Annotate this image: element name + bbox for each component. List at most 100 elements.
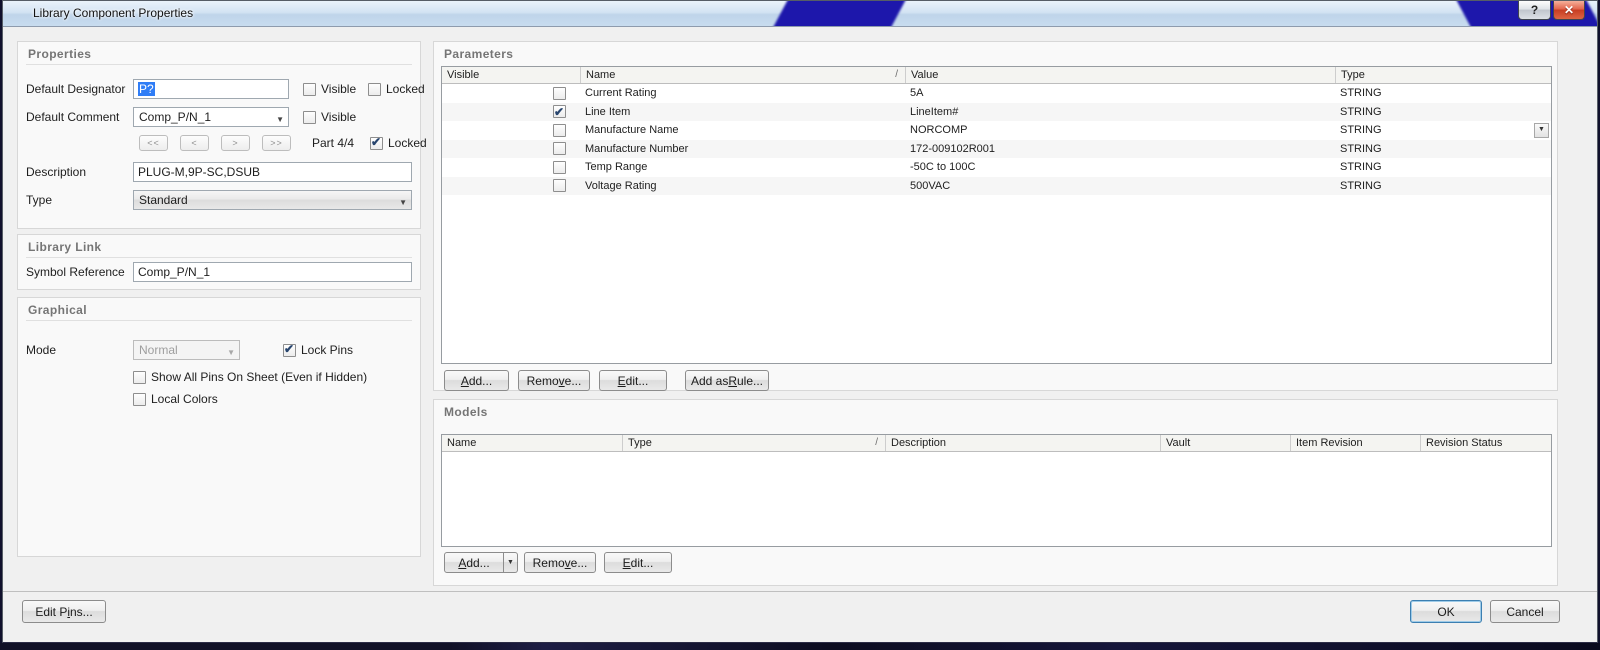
- param-type-cell: STRING: [1335, 103, 1551, 122]
- parameters-remove-button[interactable]: Remove...: [518, 370, 590, 391]
- param-value-cell: 500VAC: [905, 177, 1335, 196]
- param-value-cell: -50C to 100C: [905, 158, 1335, 177]
- part-next-button[interactable]: >: [221, 135, 250, 151]
- row-visible-checkbox[interactable]: [553, 105, 566, 118]
- comment-visible-checkbox[interactable]: Visible: [303, 110, 356, 124]
- column-header-item-revision[interactable]: Item Revision: [1290, 435, 1420, 451]
- row-visible-checkbox[interactable]: [553, 124, 566, 137]
- chevron-down-icon[interactable]: ▼: [399, 194, 407, 212]
- designator-locked-checkbox[interactable]: Locked: [368, 82, 425, 96]
- parameters-table[interactable]: Visible Name / Value Type Current Rating…: [441, 66, 1552, 364]
- checkbox-label: Show All Pins On Sheet (Even if Hidden): [151, 370, 367, 384]
- symbol-reference-input[interactable]: Comp_P/N_1: [133, 262, 412, 282]
- wallpaper-swirl: [772, 1, 909, 27]
- parameters-table-header[interactable]: Visible Name / Value Type: [442, 67, 1551, 84]
- row-visible-checkbox[interactable]: [553, 87, 566, 100]
- chevron-down-icon: ▼: [507, 559, 514, 566]
- cancel-button[interactable]: Cancel: [1490, 600, 1560, 623]
- models-panel: Models Name Type / Description Vault Ite…: [433, 399, 1558, 586]
- table-row[interactable]: Line ItemLineItem#STRING: [442, 103, 1551, 122]
- models-table-header[interactable]: Name Type / Description Vault Item Revis…: [442, 435, 1551, 452]
- parameters-add-button[interactable]: Add...: [444, 370, 509, 391]
- checkbox[interactable]: [368, 83, 381, 96]
- param-type-cell: STRING: [1335, 158, 1551, 177]
- cell-dropdown-button[interactable]: ▼: [1534, 123, 1549, 138]
- row-visible-checkbox[interactable]: [553, 161, 566, 174]
- description-label: Description: [26, 162, 86, 182]
- designator-visible-checkbox[interactable]: Visible: [303, 82, 356, 96]
- table-row[interactable]: Voltage Rating500VACSTRING: [442, 177, 1551, 196]
- table-row[interactable]: Manufacture Number172-009102R001STRING: [442, 140, 1551, 159]
- divider: [26, 320, 412, 321]
- models-remove-button[interactable]: Remove...: [524, 552, 596, 573]
- edit-pins-button[interactable]: Edit Pins...: [22, 600, 106, 623]
- graphical-section-title: Graphical: [28, 303, 87, 317]
- divider: [26, 257, 412, 258]
- parameters-table-body[interactable]: Current Rating5ASTRINGLine ItemLineItem#…: [442, 84, 1551, 195]
- models-add-button[interactable]: Add...: [444, 552, 504, 573]
- column-header-name[interactable]: Name /: [580, 67, 905, 83]
- part-first-button[interactable]: <<: [139, 135, 168, 151]
- table-row[interactable]: Current Rating5ASTRING: [442, 84, 1551, 103]
- part-locked-checkbox[interactable]: Locked: [370, 136, 427, 150]
- param-name-cell: Manufacture Name: [580, 121, 905, 140]
- show-all-pins-checkbox[interactable]: Show All Pins On Sheet (Even if Hidden): [133, 370, 367, 384]
- column-header-description[interactable]: Description: [885, 435, 1160, 451]
- table-row[interactable]: Manufacture NameNORCOMPSTRING▼: [442, 121, 1551, 140]
- table-row[interactable]: Temp Range-50C to 100CSTRING: [442, 158, 1551, 177]
- checkbox-label: Visible: [321, 110, 356, 124]
- graphical-panel: Graphical Mode Normal ▼ Lock Pins Show A…: [17, 297, 421, 557]
- ok-button[interactable]: OK: [1410, 600, 1482, 623]
- param-value-cell: NORCOMP: [905, 121, 1335, 140]
- column-header-label: Type: [628, 435, 652, 451]
- checkbox[interactable]: [133, 393, 146, 406]
- row-visible-checkbox[interactable]: [553, 142, 566, 155]
- checkbox[interactable]: [283, 344, 296, 357]
- library-link-section-title: Library Link: [28, 240, 101, 254]
- models-table[interactable]: Name Type / Description Vault Item Revis…: [441, 434, 1552, 547]
- column-header-visible[interactable]: Visible: [442, 67, 580, 83]
- column-header-revision-status[interactable]: Revision Status: [1420, 435, 1551, 451]
- row-visible-checkbox[interactable]: [553, 179, 566, 192]
- checkbox[interactable]: [303, 83, 316, 96]
- column-header-vault[interactable]: Vault: [1160, 435, 1290, 451]
- param-type-cell: STRING: [1335, 84, 1551, 103]
- checkbox[interactable]: [133, 371, 146, 384]
- type-combo[interactable]: Standard ▼: [133, 190, 412, 210]
- models-edit-button[interactable]: Edit...: [604, 552, 672, 573]
- chevron-down-icon[interactable]: ▼: [276, 111, 284, 129]
- mode-label: Mode: [26, 340, 56, 360]
- local-colors-checkbox[interactable]: Local Colors: [133, 392, 218, 406]
- library-component-properties-dialog: Library Component Properties ? ✕ Propert…: [2, 0, 1598, 643]
- models-section-title: Models: [444, 405, 488, 419]
- help-icon: ?: [1531, 3, 1538, 17]
- part-prev-button[interactable]: <: [180, 135, 209, 151]
- column-header-value[interactable]: Value: [905, 67, 1335, 83]
- parameters-edit-button[interactable]: Edit...: [599, 370, 667, 391]
- default-comment-combo[interactable]: Comp_P/N_1 ▼: [133, 107, 289, 127]
- symbol-reference-label: Symbol Reference: [26, 262, 125, 282]
- mode-combo: Normal ▼: [133, 340, 240, 360]
- sort-ascending-icon: /: [875, 435, 880, 451]
- properties-section-title: Properties: [28, 47, 91, 61]
- parameters-add-as-rule-button[interactable]: Add as Rule...: [685, 370, 769, 391]
- param-name-cell: Current Rating: [580, 84, 905, 103]
- description-input[interactable]: PLUG-M,9P-SC,DSUB: [133, 162, 412, 182]
- models-add-dropdown-button[interactable]: ▼: [504, 552, 518, 573]
- checkbox-label: Lock Pins: [301, 343, 353, 357]
- column-header-name[interactable]: Name: [442, 435, 622, 451]
- lock-pins-checkbox[interactable]: Lock Pins: [283, 343, 353, 357]
- column-header-label: Name: [586, 67, 615, 83]
- help-button[interactable]: ?: [1518, 1, 1551, 20]
- param-type-cell: STRING: [1335, 140, 1551, 159]
- column-header-type[interactable]: Type /: [622, 435, 885, 451]
- column-header-type[interactable]: Type: [1335, 67, 1551, 83]
- param-name-cell: Manufacture Number: [580, 140, 905, 159]
- param-name-cell: Temp Range: [580, 158, 905, 177]
- checkbox[interactable]: [303, 111, 316, 124]
- default-designator-input[interactable]: P?: [133, 79, 289, 99]
- part-last-button[interactable]: >>: [262, 135, 291, 151]
- close-button[interactable]: ✕: [1553, 1, 1585, 20]
- checkbox[interactable]: [370, 137, 383, 150]
- param-value-cell: 172-009102R001: [905, 140, 1335, 159]
